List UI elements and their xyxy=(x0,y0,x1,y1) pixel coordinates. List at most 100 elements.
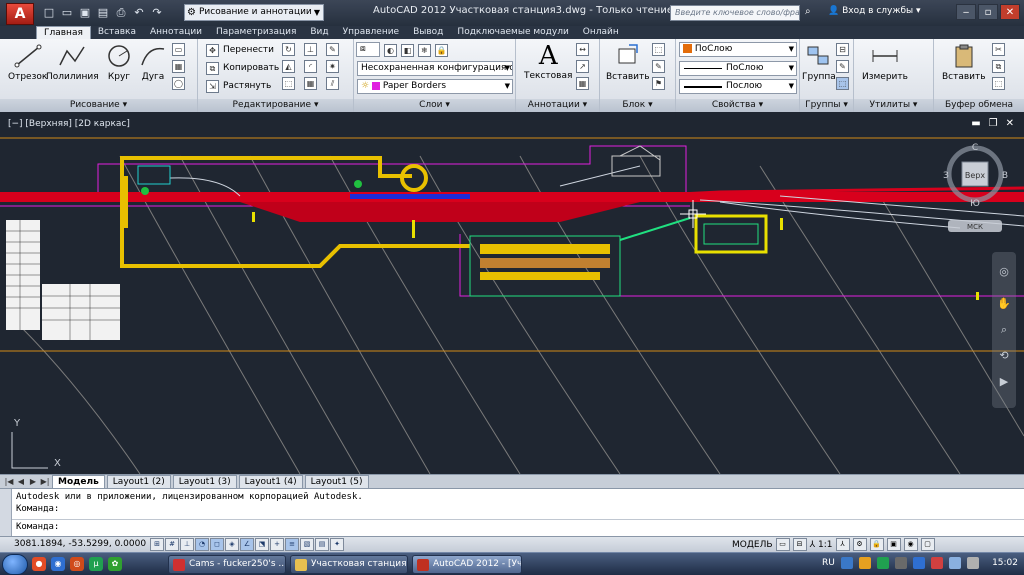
layer-freeze-icon[interactable]: ❄ xyxy=(418,43,431,57)
command-gutter[interactable] xyxy=(0,489,12,537)
insert-block-button[interactable]: Вставить xyxy=(606,43,650,82)
group-edit-icon[interactable]: ✎ xyxy=(836,60,849,73)
tray-app-icon[interactable] xyxy=(876,557,889,569)
layer-iso-icon[interactable]: ◧ xyxy=(401,43,414,57)
tray-app-icon[interactable] xyxy=(858,557,871,569)
groups-panel-label[interactable]: Группы ▾ xyxy=(800,99,853,112)
rectangle-icon[interactable]: ▭ xyxy=(172,43,185,56)
first-tab-icon[interactable]: |◀ xyxy=(4,477,14,486)
showmotion-icon[interactable]: ▶ xyxy=(996,374,1012,390)
tray-app-icon[interactable] xyxy=(912,557,925,569)
annotation-visibility-icon[interactable]: ⅄ xyxy=(835,538,850,551)
tray-app-icon[interactable] xyxy=(840,557,853,569)
tab-manage[interactable]: Управление xyxy=(336,26,406,39)
group-button[interactable]: Группа xyxy=(802,43,836,82)
tab-layout-5[interactable]: Layout1 (5) xyxy=(304,474,369,489)
copy-button[interactable]: ⧉ Копировать xyxy=(206,60,279,76)
block-panel-label[interactable]: Блок ▾ xyxy=(600,99,675,112)
minimize-icon[interactable]: ‒ xyxy=(956,4,976,20)
next-tab-icon[interactable]: ▶ xyxy=(28,477,38,486)
tab-view[interactable]: Вид xyxy=(303,26,335,39)
binoculars-icon[interactable]: ⌕ xyxy=(805,6,811,17)
new-icon[interactable]: □ xyxy=(42,6,56,19)
ducs-icon[interactable]: ⬔ xyxy=(255,538,269,551)
zoom-icon[interactable]: ⌕ xyxy=(996,322,1012,338)
tab-layout-3[interactable]: Layout1 (3) xyxy=(172,474,237,489)
workspace-switch-icon[interactable]: ⚙ xyxy=(852,538,867,551)
polyline-button[interactable]: Полилиния xyxy=(46,43,99,82)
properties-panel-label[interactable]: Свойства ▾ xyxy=(676,99,799,112)
network-icon[interactable] xyxy=(948,557,961,569)
ellipse-icon[interactable]: ◯ xyxy=(172,77,185,90)
clipboard-panel-label[interactable]: Буфер обмена xyxy=(934,99,1024,112)
taskbar-item-autocad[interactable]: AutoCAD 2012 - [Уч... xyxy=(412,555,522,574)
tray-app-icon[interactable] xyxy=(930,557,943,569)
clock[interactable]: 15:02 xyxy=(992,558,1018,568)
layer-lock-icon[interactable]: 🔒 xyxy=(435,43,448,57)
dimension-icon[interactable]: ↔ xyxy=(576,43,589,56)
login-button[interactable]: 👤 Вход в службы ▾ xyxy=(828,6,921,16)
minimize-icon[interactable]: ▬ xyxy=(971,118,980,129)
steeringwheel-icon[interactable]: ◎ xyxy=(996,264,1012,280)
tpy-icon[interactable]: ▧ xyxy=(300,538,314,551)
offset-icon[interactable]: ⫽ xyxy=(326,77,339,90)
open-icon[interactable]: ▭ xyxy=(60,6,74,19)
coordinates-readout[interactable]: 3081.1894, -53.5299, 0.0000 xyxy=(14,539,146,549)
pan-icon[interactable]: ✋ xyxy=(996,296,1012,312)
chrome-icon[interactable]: ◉ xyxy=(51,557,65,571)
annotation-panel-label[interactable]: Аннотации ▾ xyxy=(516,99,599,112)
edit-block-icon[interactable]: ✎ xyxy=(652,60,665,73)
qp-icon[interactable]: ▤ xyxy=(315,538,329,551)
start-button[interactable] xyxy=(2,554,28,575)
move-button[interactable]: ✥ Перенести xyxy=(206,42,274,58)
arc-button[interactable]: Дуга xyxy=(138,43,168,82)
mirror-icon[interactable]: ◭ xyxy=(282,60,295,73)
osnap-icon[interactable]: ◻ xyxy=(210,538,224,551)
tab-annotate[interactable]: Аннотации xyxy=(143,26,209,39)
taskbar-item-folder[interactable]: Участковая станция xyxy=(290,555,408,574)
tray-app-icon[interactable] xyxy=(894,557,907,569)
copy-clip-icon[interactable]: ⧉ xyxy=(992,60,1005,73)
language-indicator[interactable]: RU xyxy=(822,558,835,568)
annotation-scale-icon[interactable]: ⅄ xyxy=(810,540,816,550)
save-icon[interactable]: ▣ xyxy=(78,6,92,19)
lwt-icon[interactable]: ≡ xyxy=(285,538,299,551)
match-properties-icon[interactable]: ⬚ xyxy=(992,77,1005,90)
close-icon[interactable]: ✕ xyxy=(1000,4,1020,20)
modify-panel-label[interactable]: Редактирование ▾ xyxy=(198,99,353,112)
quick-view-icon[interactable]: ⊟ xyxy=(792,538,807,551)
paste-button[interactable]: Вставить xyxy=(942,43,986,82)
firefox-icon[interactable]: ◎ xyxy=(70,557,84,571)
grid-icon[interactable]: # xyxy=(165,538,179,551)
clean-screen-icon[interactable]: ▢ xyxy=(920,538,935,551)
ortho-icon[interactable]: ⊥ xyxy=(180,538,194,551)
3dosnap-icon[interactable]: ◈ xyxy=(225,538,239,551)
rotate-icon[interactable]: ↻ xyxy=(282,43,295,56)
cut-icon[interactable]: ✂ xyxy=(992,43,1005,56)
layer-select[interactable]: ☼ Paper Borders ▼ xyxy=(357,79,513,94)
application-menu-button[interactable]: A xyxy=(6,3,34,25)
annotation-scale-value[interactable]: 1:1 xyxy=(818,540,832,550)
dyn-icon[interactable]: + xyxy=(270,538,284,551)
array-icon[interactable]: ▦ xyxy=(304,77,317,90)
volume-icon[interactable] xyxy=(966,557,979,569)
text-button[interactable]: A Текстовая xyxy=(524,41,572,81)
orbit-icon[interactable]: ⟲ xyxy=(996,348,1012,364)
layer-properties-button[interactable]: ⧈ xyxy=(356,42,380,57)
otrack-icon[interactable]: ∠ xyxy=(240,538,254,551)
tab-layout-2[interactable]: Layout1 (2) xyxy=(106,474,171,489)
utilities-panel-label[interactable]: Утилиты ▾ xyxy=(854,99,933,112)
tab-model[interactable]: Модель xyxy=(52,474,105,489)
last-tab-icon[interactable]: ▶| xyxy=(40,477,50,486)
sc-icon[interactable]: ✦ xyxy=(330,538,344,551)
leader-icon[interactable]: ↗ xyxy=(576,60,589,73)
browser-icon[interactable]: ● xyxy=(32,557,46,571)
command-input[interactable]: Команда: xyxy=(16,522,59,532)
snap-icon[interactable]: ⊞ xyxy=(150,538,164,551)
tab-parametric[interactable]: Параметризация xyxy=(209,26,303,39)
create-block-icon[interactable]: ⬚ xyxy=(652,43,665,56)
toolbar-lock-icon[interactable]: 🔒 xyxy=(869,538,884,551)
utorrent-icon[interactable]: µ xyxy=(89,557,103,571)
stretch-button[interactable]: ⇲ Растянуть xyxy=(206,78,271,94)
attribute-icon[interactable]: ⚑ xyxy=(652,77,665,90)
